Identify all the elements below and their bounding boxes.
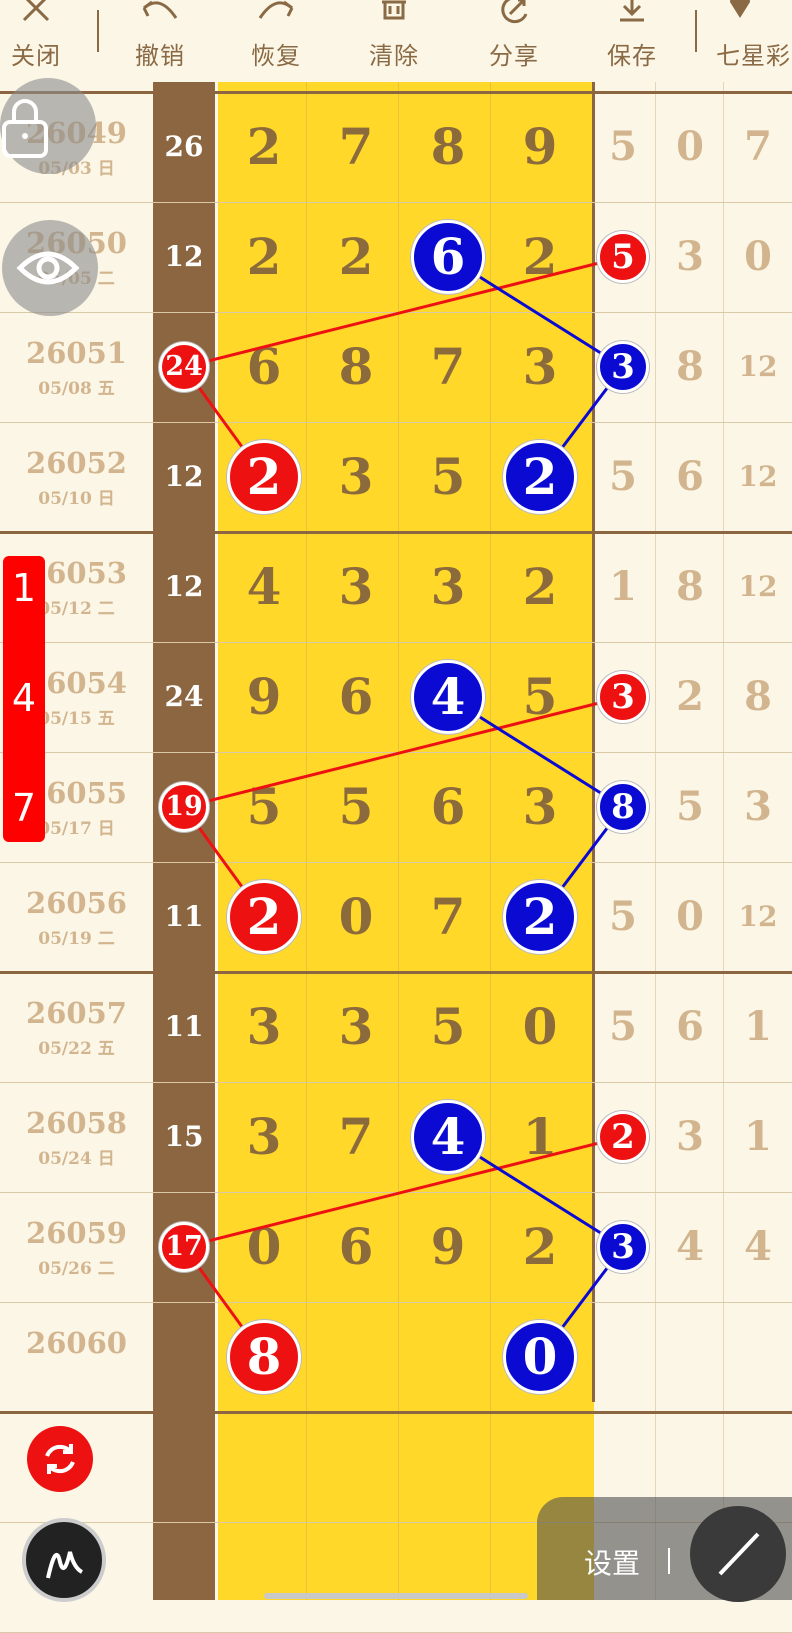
red-marked-ball[interactable]: 17 bbox=[159, 1222, 209, 1272]
clear-button[interactable]: 清除 bbox=[358, 0, 430, 82]
red-marked-ball[interactable]: 8 bbox=[227, 1320, 301, 1394]
pen-button[interactable] bbox=[22, 1518, 106, 1602]
refresh-button[interactable] bbox=[27, 1426, 93, 1492]
lottery-type-label: 七星彩 bbox=[716, 42, 791, 70]
close-icon bbox=[22, 0, 50, 22]
blue-marked-ball[interactable]: 2 bbox=[503, 880, 577, 954]
save-button[interactable]: 保存 bbox=[596, 0, 668, 82]
lock-button[interactable] bbox=[0, 78, 96, 174]
blue-marked-ball[interactable]: 4 bbox=[411, 660, 485, 734]
undo-icon bbox=[142, 0, 178, 19]
undo-label: 撤销 bbox=[135, 42, 185, 70]
settings-button[interactable]: 设置 bbox=[584, 1542, 640, 1582]
settings-divider bbox=[668, 1548, 670, 1574]
blue-marked-ball[interactable]: 2 bbox=[503, 440, 577, 514]
red-marked-ball[interactable]: 2 bbox=[227, 880, 301, 954]
pin-icon bbox=[730, 0, 750, 18]
blue-marked-ball[interactable]: 0 bbox=[503, 1320, 577, 1394]
share-button[interactable]: 分享 bbox=[478, 0, 550, 82]
refresh-icon bbox=[45, 1444, 75, 1474]
blue-marked-ball[interactable]: 3 bbox=[597, 1221, 649, 1273]
redo-label: 恢复 bbox=[251, 42, 301, 70]
trash-icon bbox=[382, 0, 406, 20]
clear-label: 清除 bbox=[369, 42, 419, 70]
lottery-type-button[interactable]: 七星彩 bbox=[710, 0, 792, 82]
red-marked-ball[interactable]: 19 bbox=[159, 782, 209, 832]
visibility-toggle[interactable] bbox=[2, 220, 98, 316]
eye-icon bbox=[16, 251, 80, 285]
red-marked-ball[interactable]: 5 bbox=[597, 231, 649, 283]
connector-lines bbox=[181, 255, 626, 1358]
toolbar: 关闭 撤销 恢复 清除 分享 保存 七星彩 bbox=[0, 0, 792, 82]
save-label: 保存 bbox=[607, 42, 657, 70]
blue-marked-ball[interactable]: 3 bbox=[597, 341, 649, 393]
side-tab-item[interactable]: 4 bbox=[3, 676, 45, 720]
download-icon bbox=[620, 0, 644, 22]
share-label: 分享 bbox=[489, 42, 539, 70]
undo-button[interactable]: 撤销 bbox=[124, 0, 196, 82]
share-icon bbox=[501, 0, 528, 24]
toolbar-divider bbox=[97, 10, 99, 52]
red-marked-ball[interactable]: 3 bbox=[597, 671, 649, 723]
blue-marked-ball[interactable]: 8 bbox=[597, 781, 649, 833]
pen-icon bbox=[46, 1551, 84, 1579]
lock-icon bbox=[2, 99, 48, 158]
redo-button[interactable]: 恢复 bbox=[240, 0, 312, 82]
red-marked-ball[interactable]: 2 bbox=[227, 440, 301, 514]
home-indicator bbox=[264, 1593, 528, 1599]
red-marked-ball[interactable]: 24 bbox=[159, 342, 209, 392]
line-tool-button[interactable] bbox=[690, 1506, 786, 1602]
close-button[interactable]: 关闭 bbox=[0, 0, 72, 82]
side-tab-item[interactable]: 1 bbox=[3, 566, 45, 610]
blue-marked-ball[interactable]: 6 bbox=[411, 220, 485, 294]
side-tab-item[interactable]: 7 bbox=[3, 786, 45, 830]
redo-icon bbox=[258, 0, 294, 19]
toolbar-divider bbox=[695, 10, 697, 52]
close-label: 关闭 bbox=[11, 42, 61, 70]
side-tab[interactable]: 1 4 7 bbox=[3, 556, 45, 842]
line-tool-icon bbox=[718, 1532, 760, 1576]
blue-marked-ball[interactable]: 4 bbox=[411, 1100, 485, 1174]
chart-board: 2604905/03 日2627895072605005/05 二1222625… bbox=[0, 82, 792, 1633]
red-marked-ball[interactable]: 2 bbox=[597, 1111, 649, 1163]
